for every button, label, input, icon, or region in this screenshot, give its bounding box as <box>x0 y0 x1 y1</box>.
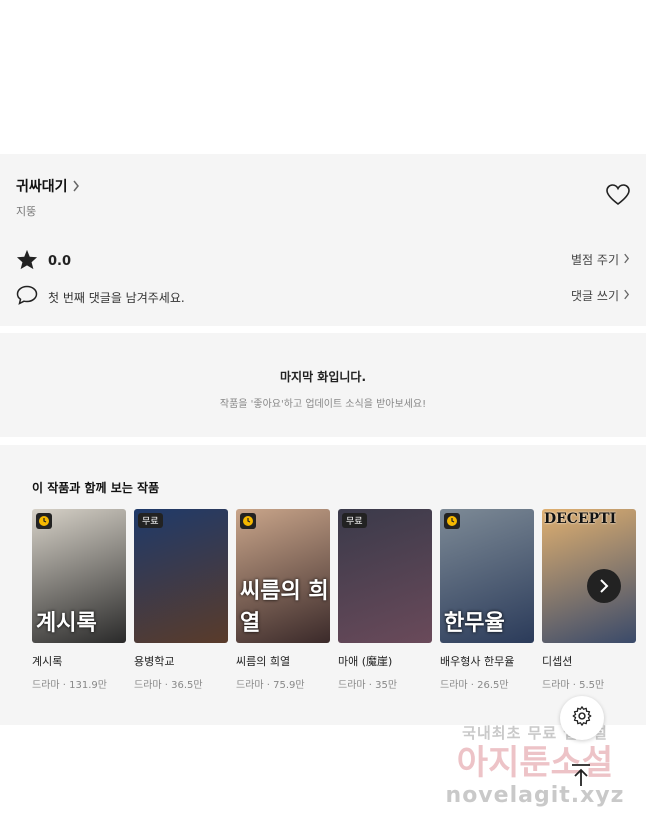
comment-prompt-row: 첫 번째 댓글을 남겨주세요. <box>16 285 185 309</box>
free-badge: 무료 <box>342 513 367 528</box>
write-comment-label: 댓글 쓰기 <box>571 289 619 303</box>
cover-thumbnail: 계시록 <box>32 509 126 643</box>
top-blank-area <box>0 0 646 154</box>
divider <box>0 437 646 445</box>
card-title: 용병학교 <box>134 655 175 668</box>
settings-button[interactable] <box>560 696 604 740</box>
watermark-line2: 아지툰소설 <box>456 743 614 783</box>
work-info-panel: 귀싸대기 지뚱 0.0 별점 주기 첫 번째 댓글을 남겨주세요. 댓글 쓰기 <box>0 154 646 326</box>
recommendation-card[interactable]: 한무율배우형사 한무율드라마 · 26.5만 <box>440 509 534 691</box>
card-title: 씨름의 희열 <box>236 655 291 668</box>
card-meta: 드라마 · 26.5만 <box>440 680 509 691</box>
rating-value: 0.0 <box>48 254 72 269</box>
chevron-right-icon <box>623 289 630 303</box>
clock-icon <box>240 513 256 529</box>
recommendation-card[interactable]: 무료용병학교드라마 · 36.5만 <box>134 509 228 691</box>
card-title: 계시록 <box>32 655 63 668</box>
free-badge: 무료 <box>138 513 163 528</box>
cover-logo-text: 한무율 <box>444 610 505 636</box>
card-meta: 드라마 · 36.5만 <box>134 680 203 691</box>
card-meta: 드라마 · 35만 <box>338 680 398 691</box>
cover-logo-text: DECEPTI <box>544 511 617 527</box>
last-episode-subtitle: 작품을 '좋아요'하고 업데이트 소식을 받아보세요! <box>219 399 427 410</box>
watermark: 국내최초 무료 웹소설 아지툰소설 novelagit.xyz <box>440 722 630 808</box>
card-title: 마애 (魔崖) <box>338 655 393 668</box>
cover-thumbnail: 씨름의 희열 <box>236 509 330 643</box>
rate-button[interactable]: 별점 주기 <box>571 251 630 268</box>
comment-icon <box>16 285 38 309</box>
cover-logo-text: 계시록 <box>36 610 97 636</box>
work-title: 귀싸대기 <box>16 179 68 195</box>
scroll-top-button[interactable] <box>568 762 594 792</box>
chevron-right-icon <box>72 177 80 196</box>
last-episode-title: 마지막 화입니다. <box>279 370 367 384</box>
chevron-right-icon <box>623 253 630 267</box>
heart-icon[interactable] <box>606 184 630 210</box>
star-icon <box>16 249 38 274</box>
recommendation-card[interactable]: 씨름의 희열 씨름의 희열 드라마 · 75.9만 <box>236 509 330 691</box>
work-author: 지뚱 <box>16 205 37 218</box>
rating-display: 0.0 <box>16 249 71 274</box>
work-title-link[interactable]: 귀싸대기 <box>16 176 80 196</box>
cover-logo-text: 씨름의 희열 <box>240 578 329 636</box>
recommendation-list: 계시록 계시록 드라마 · 131.9만 무료 용병학교 드라마 · 36.5만 씨름의 희… <box>32 509 636 691</box>
card-meta: 드라마 · 131.9만 <box>32 680 107 691</box>
clock-icon <box>36 513 52 529</box>
comment-prompt-text: 첫 번째 댓글을 남겨주세요. <box>48 290 185 305</box>
recommendation-title: 이 작품과 함께 보는 작품 <box>32 481 160 495</box>
watermark-line3: novelagit.xyz <box>445 783 625 808</box>
clock-icon <box>444 513 460 529</box>
recommendation-section: 이 작품과 함께 보는 작품 계시록 계시록 드라마 · 131.9만 무료 용병학교 드… <box>0 445 646 725</box>
last-episode-notice: 마지막 화입니다. 작품을 '좋아요'하고 업데이트 소식을 받아보세요! <box>0 333 646 437</box>
card-meta: 드라마 · 5.5만 <box>542 680 605 691</box>
gear-icon <box>571 705 593 731</box>
card-title: 디셉션 <box>542 655 573 668</box>
recommendation-card[interactable]: DECEPTI 디셉션드라마 · 5.5만 <box>542 509 636 691</box>
arrow-up-icon <box>568 764 594 792</box>
cover-thumbnail: 무료 <box>134 509 228 643</box>
card-meta: 드라마 · 75.9만 <box>236 680 305 691</box>
write-comment-button[interactable]: 댓글 쓰기 <box>571 287 630 304</box>
recommendation-card[interactable]: 무료마애 (魔崖) 드라마 · 35만 <box>338 509 432 691</box>
recommendation-card[interactable]: 계시록 계시록 드라마 · 131.9만 <box>32 509 126 691</box>
card-title: 배우형사 한무율 <box>440 655 515 668</box>
rate-label: 별점 주기 <box>571 253 619 267</box>
cover-thumbnail: 무료 <box>338 509 432 643</box>
cover-thumbnail: 한무율 <box>440 509 534 643</box>
divider <box>0 326 646 333</box>
chevron-right-icon <box>600 579 609 593</box>
next-arrow-button[interactable] <box>587 569 621 603</box>
